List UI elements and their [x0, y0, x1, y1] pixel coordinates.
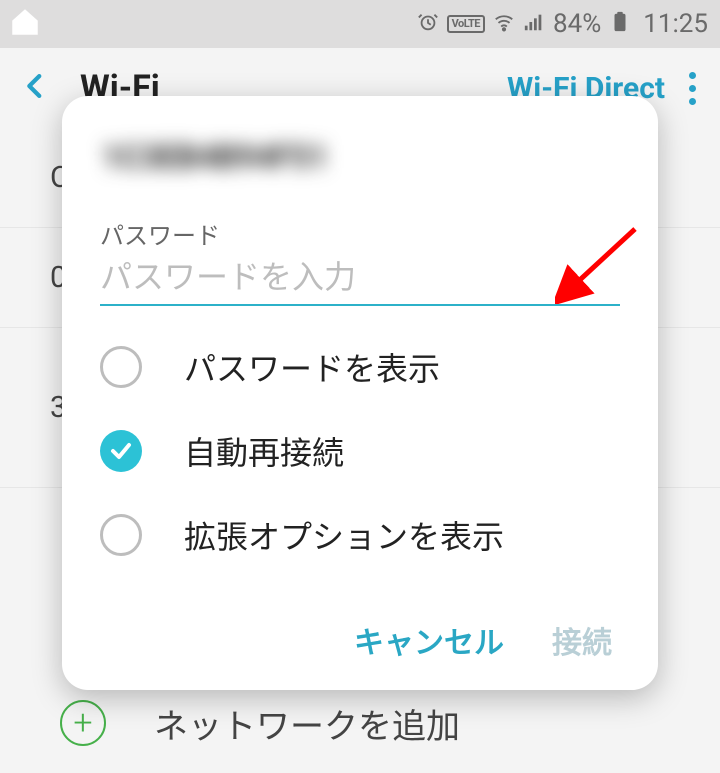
advanced-options-row[interactable]: 拡張オプションを表示 — [100, 512, 620, 558]
show-password-label: パスワードを表示 — [184, 344, 440, 390]
dialog-actions: キャンセル 接続 — [100, 618, 620, 662]
password-label: パスワード — [100, 216, 620, 251]
wifi-connect-dialog: 1C3EB4B94F51 パスワード パスワードを表示 自動再接続 拡張オプショ… — [62, 96, 658, 690]
auto-reconnect-label: 自動再接続 — [184, 428, 344, 474]
advanced-options-label: 拡張オプションを表示 — [184, 512, 504, 558]
checkbox-off-icon[interactable] — [100, 514, 142, 556]
network-name: 1C3EB4B94F51 — [100, 138, 620, 176]
show-password-row[interactable]: パスワードを表示 — [100, 344, 620, 390]
checkbox-on-icon[interactable] — [100, 430, 142, 472]
auto-reconnect-row[interactable]: 自動再接続 — [100, 428, 620, 474]
cancel-button[interactable]: キャンセル — [354, 618, 504, 662]
password-input[interactable] — [100, 255, 620, 306]
checkbox-off-icon[interactable] — [100, 346, 142, 388]
connect-button[interactable]: 接続 — [552, 618, 612, 662]
